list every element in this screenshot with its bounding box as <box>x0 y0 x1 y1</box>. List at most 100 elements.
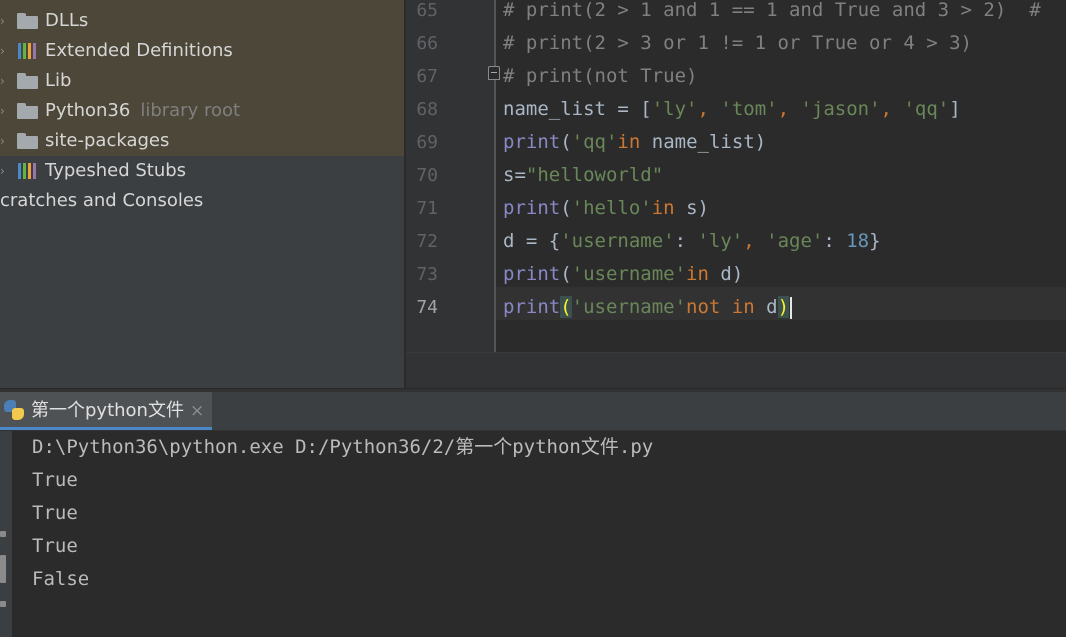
code-line[interactable]: # print(not True) <box>503 60 697 93</box>
code-token: in <box>617 131 641 153</box>
chevron-right-icon[interactable]: › <box>0 96 8 126</box>
code-token: } <box>869 230 881 252</box>
code-token: 'hello' <box>571 197 652 219</box>
tree-item-label: Lib <box>45 70 72 91</box>
library-icon <box>17 43 39 59</box>
console-output-line: True <box>32 469 78 491</box>
library-icon <box>17 163 39 179</box>
line-number: 73 <box>416 264 438 285</box>
code-token: print <box>503 263 561 285</box>
code-token: 'qq' <box>903 98 950 120</box>
code-token: : <box>674 230 698 252</box>
text-cursor <box>790 296 793 319</box>
line-number: 68 <box>416 99 438 120</box>
code-line[interactable]: print('qq'in name_list) <box>503 126 766 159</box>
library-root-hint: library root <box>140 100 241 121</box>
code-token: print <box>503 296 561 318</box>
line-number: 74 <box>416 297 438 318</box>
chevron-right-icon[interactable]: › <box>0 6 8 36</box>
code-token: 'qq' <box>571 131 618 153</box>
code-token: 'username' <box>571 263 687 285</box>
code-token: , <box>777 98 801 120</box>
code-token: ( <box>560 296 572 318</box>
chevron-right-icon[interactable]: › <box>0 66 8 96</box>
tree-item-label: site-packages <box>45 130 170 151</box>
tree-item-label: cratches and Consoles <box>0 190 204 211</box>
code-token: name_list) <box>640 131 767 153</box>
console-output-line: False <box>32 568 90 590</box>
code-token: not in <box>686 296 755 318</box>
line-number: 72 <box>416 231 438 252</box>
chevron-right-icon[interactable]: › <box>0 156 8 186</box>
chevron-right-icon[interactable]: › <box>0 126 8 156</box>
code-token: ) <box>777 296 790 318</box>
folder-icon <box>17 103 39 119</box>
code-line[interactable]: d = {'username': 'ly', 'age': 18} <box>503 225 881 258</box>
chevron-right-icon[interactable]: › <box>0 36 8 66</box>
code-token: d = { <box>503 230 561 252</box>
tree-item-label: DLLs <box>45 10 89 31</box>
code-token: # print(2 > 3 or 1 != 1 or True or 4 > 3… <box>503 32 972 54</box>
tree-item-label: Typeshed Stubs <box>45 160 187 181</box>
console-output-line: D:\Python36\python.exe D:/Python36/2/第一个… <box>32 436 654 458</box>
folder-icon <box>17 133 39 149</box>
code-token: s= <box>503 164 526 186</box>
code-token: s) <box>674 197 709 219</box>
code-line[interactable]: # print(2 > 1 and 1 == 1 and True and 3 … <box>503 0 1041 27</box>
line-number: 69 <box>416 132 438 153</box>
code-token: d <box>754 296 778 318</box>
project-tree-panel: › DLLs › Extended Definitions › Lib › Py… <box>0 0 404 388</box>
run-tab-label: 第一个python文件 <box>31 400 184 421</box>
code-token: # print(2 > 1 and 1 == 1 and True and 3 … <box>503 0 1041 21</box>
tree-item-label: Python36 <box>45 100 131 121</box>
code-token: , <box>880 98 904 120</box>
code-token: ( <box>560 197 572 219</box>
code-token: : <box>823 230 847 252</box>
tree-item-label: Extended Definitions <box>45 40 233 61</box>
code-line[interactable]: # print(2 > 3 or 1 != 1 or True or 4 > 3… <box>503 27 972 60</box>
scroll-to-end-icon[interactable] <box>0 555 6 583</box>
line-number: 71 <box>416 198 438 219</box>
line-number: 70 <box>416 165 438 186</box>
code-token: name_list = [ <box>503 98 652 120</box>
code-line[interactable]: print('username'in d) <box>503 258 743 291</box>
python-icon <box>4 400 24 420</box>
close-icon[interactable]: × <box>190 392 204 430</box>
editor-empty-area <box>406 352 1066 389</box>
code-token: print <box>503 197 561 219</box>
code-token: ] <box>949 98 961 120</box>
toolbar-button-icon[interactable] <box>0 601 6 607</box>
code-token: "helloworld" <box>525 164 664 186</box>
code-token: d) <box>708 263 744 285</box>
code-line[interactable]: name_list = ['ly', 'tom', 'jason', 'qq'] <box>503 93 961 126</box>
code-token: # print(not True) <box>503 65 698 87</box>
console-output-line: True <box>32 502 78 524</box>
code-token: 'jason' <box>800 98 881 120</box>
fold-marker-icon[interactable] <box>488 66 500 80</box>
code-line[interactable]: s="helloworld" <box>503 159 663 192</box>
line-number: 65 <box>416 0 438 21</box>
run-tool-window-header: 第一个python文件 × <box>0 392 1066 431</box>
code-token: , <box>697 98 721 120</box>
line-number: 66 <box>416 33 438 54</box>
code-token: ( <box>560 131 572 153</box>
code-token: 'tom' <box>720 98 778 120</box>
code-token: , <box>743 230 767 252</box>
code-token: 'ly' <box>697 230 744 252</box>
code-token: 'username' <box>571 296 687 318</box>
code-line[interactable]: print('username'not in d) <box>503 291 793 324</box>
folder-icon <box>17 13 39 29</box>
code-line[interactable]: print('hello'in s) <box>503 192 709 225</box>
console-toolbar <box>0 431 12 637</box>
code-token: 18 <box>846 230 870 252</box>
folder-icon <box>17 73 39 89</box>
toolbar-button-icon[interactable] <box>0 531 6 537</box>
code-token: 'ly' <box>651 98 698 120</box>
code-token: 'age' <box>766 230 824 252</box>
console-output-line: True <box>32 535 78 557</box>
code-token: print <box>503 131 561 153</box>
code-token: in <box>686 263 709 285</box>
run-tab[interactable]: 第一个python文件 × <box>0 392 212 430</box>
code-token: ( <box>560 263 572 285</box>
code-token: 'username' <box>560 230 675 252</box>
